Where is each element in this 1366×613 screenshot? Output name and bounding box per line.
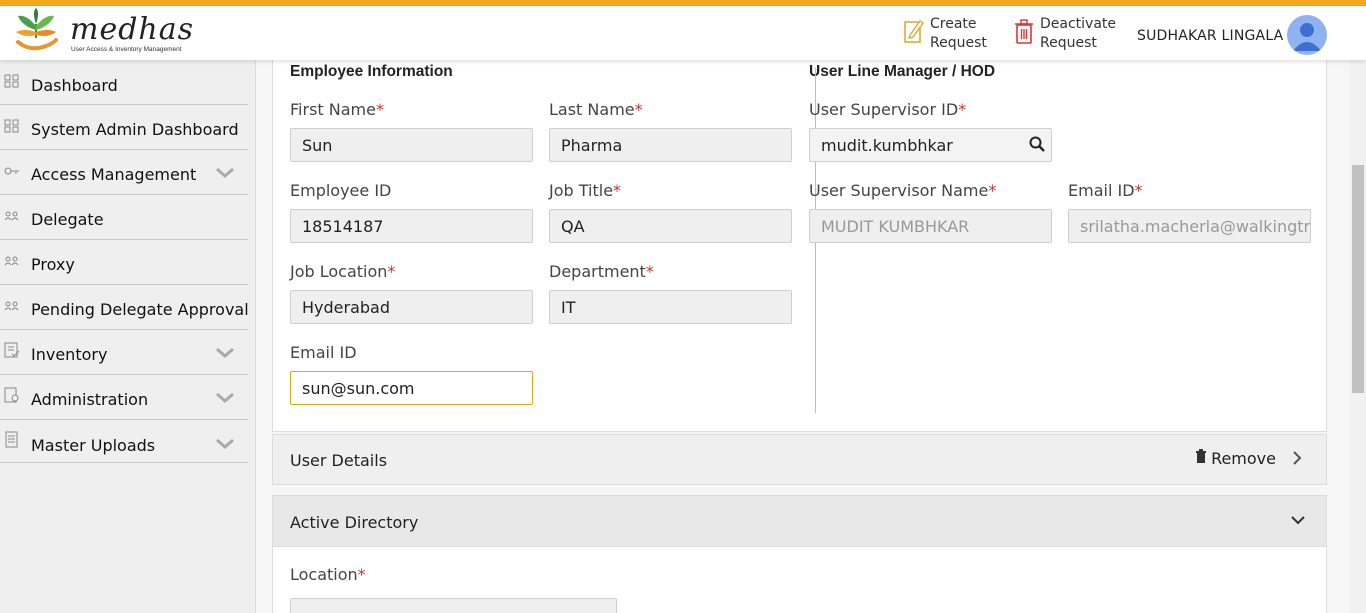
- grid-icon: [4, 74, 19, 88]
- scrollbar-thumb[interactable]: [1352, 165, 1364, 393]
- job-title-label: Job Title*: [549, 181, 622, 200]
- job-location-field[interactable]: Hyderabad: [290, 290, 533, 324]
- manager-email-field: srilatha.macherla@walkingtre: [1068, 209, 1311, 243]
- create-request-label-2: Request: [930, 35, 987, 51]
- last-name-label: Last Name*: [549, 100, 643, 119]
- supervisor-name-label: User Supervisor Name*: [809, 181, 997, 200]
- sidebar-item-label: Dashboard: [31, 76, 118, 95]
- sidebar-item-pending-delegate-approval[interactable]: Pending Delegate Approval: [0, 285, 249, 330]
- line-manager-title: User Line Manager / HOD: [809, 63, 996, 80]
- sidebar-item-label: Proxy: [31, 255, 75, 274]
- remove-button[interactable]: Remove: [1195, 448, 1302, 468]
- supervisor-id-field[interactable]: mudit.kumbhkar: [809, 128, 1052, 162]
- supervisor-id-label: User Supervisor ID*: [809, 100, 967, 119]
- create-request-label-1: Create: [930, 16, 977, 32]
- first-name-field[interactable]: Sun: [290, 128, 533, 162]
- chevron-down-icon[interactable]: [1290, 515, 1306, 525]
- employee-id-label: Employee ID: [290, 181, 392, 200]
- sidebar-item-master-uploads[interactable]: Master Uploads: [0, 420, 248, 463]
- brand-tagline: User Access & Inventory Management: [71, 46, 182, 53]
- deactivate-request-button[interactable]: Deactivate Request: [1014, 15, 1116, 53]
- sidebar-item-dashboard[interactable]: Dashboard: [0, 62, 248, 105]
- active-directory-header[interactable]: Active Directory: [272, 495, 1327, 547]
- sidebar-item-label: Inventory: [31, 345, 108, 364]
- deactivate-request-label-2: Request: [1040, 35, 1097, 51]
- document-icon: [5, 431, 18, 448]
- chevron-down-icon[interactable]: [216, 393, 234, 403]
- employee-info-card: Employee Information User Line Manager /…: [272, 60, 1327, 432]
- email-label: Email ID: [290, 343, 357, 362]
- manager-email-label: Email ID*: [1068, 181, 1143, 200]
- trash-icon: [1196, 448, 1207, 463]
- page-scrollbar[interactable]: [1350, 60, 1366, 613]
- document-gear-icon: [4, 387, 19, 403]
- create-request-button[interactable]: Create Request: [904, 15, 987, 53]
- user-details-panel[interactable]: User Details Remove: [272, 434, 1327, 485]
- chevron-down-icon[interactable]: [216, 348, 234, 358]
- trash-icon: [1015, 19, 1033, 44]
- location-select[interactable]: [290, 598, 617, 613]
- deactivate-request-label-1: Deactivate: [1040, 16, 1117, 32]
- app-header: medhas User Access & Inventory Managemen…: [0, 6, 1366, 60]
- employee-info-title: Employee Information: [290, 63, 453, 80]
- chevron-right-icon[interactable]: [1292, 450, 1302, 466]
- chevron-down-icon[interactable]: [216, 168, 234, 178]
- checklist-icon: [4, 342, 20, 358]
- sidebar-item-system-admin-dashboard[interactable]: System Admin Dashboard: [0, 105, 248, 150]
- sidebar-item-label: System Admin Dashboard: [31, 120, 239, 139]
- brand-logo[interactable]: medhas User Access & Inventory Managemen…: [12, 8, 195, 58]
- sidebar-item-access-management[interactable]: Access Management: [0, 150, 248, 195]
- sidebar-item-label: Access Management: [31, 165, 197, 184]
- chevron-down-icon[interactable]: [216, 439, 234, 449]
- sidebar-item-delegate[interactable]: Delegate: [0, 195, 248, 240]
- department-label: Department*: [549, 262, 654, 281]
- sidebar-item-label: Delegate: [31, 210, 104, 229]
- brand-name: medhas: [70, 12, 195, 47]
- department-field[interactable]: IT: [549, 290, 792, 324]
- user-avatar-icon[interactable]: [1287, 15, 1327, 55]
- key-icon: [4, 167, 19, 175]
- first-name-label: First Name*: [290, 100, 384, 119]
- remove-label: Remove: [1211, 449, 1276, 468]
- grid-icon: [4, 119, 19, 133]
- last-name-field[interactable]: Pharma: [549, 128, 792, 162]
- job-title-field[interactable]: QA: [549, 209, 792, 243]
- email-field[interactable]: sun@sun.com: [290, 371, 533, 405]
- active-directory-title: Active Directory: [290, 513, 419, 532]
- supervisor-id-value: mudit.kumbhkar: [821, 136, 953, 155]
- search-icon[interactable]: [1029, 136, 1045, 152]
- sidebar-item-inventory[interactable]: Inventory: [0, 330, 248, 375]
- sidebar-item-proxy[interactable]: Proxy: [0, 240, 248, 285]
- sidebar-item-label: Master Uploads: [31, 436, 156, 455]
- leaf-hand-icon: [16, 8, 58, 51]
- employee-id-field[interactable]: 18514187: [290, 209, 533, 243]
- sidebar-item-label: Pending Delegate Approval: [31, 300, 249, 319]
- users-icon: [4, 211, 19, 221]
- sidebar: Dashboard System Admin Dashboard Access …: [0, 60, 256, 613]
- sidebar-item-label: Administration: [31, 390, 149, 409]
- location-label: Location*: [290, 565, 366, 584]
- user-details-title: User Details: [290, 451, 388, 470]
- active-directory-body: Location*: [272, 547, 1327, 613]
- users-icon: [4, 301, 19, 311]
- users-icon: [4, 256, 19, 266]
- edit-document-icon: [904, 20, 924, 43]
- sidebar-item-administration[interactable]: Administration: [0, 375, 248, 420]
- main-content: Employee Information User Line Manager /…: [256, 60, 1350, 613]
- user-name[interactable]: SUDHAKAR LINGALA: [1137, 28, 1283, 44]
- supervisor-name-field: MUDIT KUMBHKAR: [809, 209, 1052, 243]
- job-location-label: Job Location*: [290, 262, 396, 281]
